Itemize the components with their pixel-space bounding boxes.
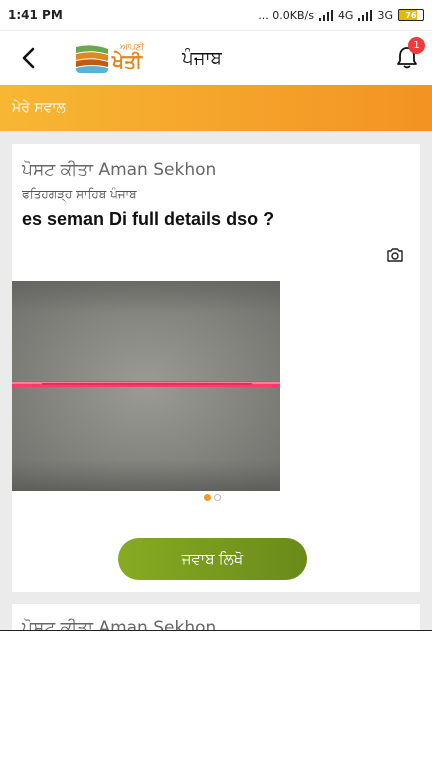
logo-mark-icon: [76, 43, 108, 73]
logo-text: ਆਪਣੀ ਖੇਤੀ: [112, 44, 144, 72]
notification-badge: 1: [408, 37, 425, 54]
app-header: ਆਪਣੀ ਖੇਤੀ ਪੰਜਾਬ 1: [0, 30, 432, 85]
app-area: 1:41 PM ... 0.0KB/s 4G 3G 76 ਆਪਣੀ ਖੇਤੀ ਪ…: [0, 0, 432, 631]
back-arrow-icon: [22, 47, 35, 69]
notifications-button[interactable]: 1: [392, 37, 425, 73]
back-button[interactable]: [0, 31, 56, 86]
camera-icon[interactable]: [386, 247, 404, 263]
battery-icon: 76: [398, 9, 424, 21]
posted-by: ਪੋਸਟ ਕੀਤਾ Aman Sekhon: [22, 160, 217, 180]
network-type-1: 4G: [337, 8, 354, 22]
post-card[interactable]: ਪੋਸਟ ਕੀਤਾ Aman Sekhon ਫਤਿਹਗੜ੍ਹ ਸਾਹਿਬ ਪੰਜ…: [12, 144, 420, 592]
post-location: ਫਤਿਹਗੜ੍ਹ ਸਾਹਿਬ ਪੰਜਾਬ: [22, 187, 137, 201]
network-type-2: 3G: [377, 8, 393, 22]
write-answer-button[interactable]: ਜਵਾਬ ਲਿਖੋ: [118, 538, 307, 580]
screen: 1:41 PM ... 0.0KB/s 4G 3G 76 ਆਪਣੀ ਖੇਤੀ ਪ…: [0, 0, 432, 768]
status-bar: 1:41 PM ... 0.0KB/s 4G 3G 76: [0, 0, 432, 30]
empty-area: [0, 630, 432, 768]
network-speed: ... 0.0KB/s: [258, 8, 314, 22]
status-time: 1:41 PM: [8, 8, 63, 22]
post-card[interactable]: ਪੋਸਟ ਕੀਤਾ Aman Sekhon: [12, 604, 420, 631]
section-title: ਮੇਰੇ ਸਵਾਲ: [12, 100, 66, 116]
pager-dot-active[interactable]: [204, 494, 211, 501]
signal-icon-2: [358, 9, 373, 21]
status-indicators: ... 0.0KB/s 4G 3G 76: [258, 9, 424, 22]
logo-big-text: ਖੇਤੀ: [112, 51, 142, 73]
app-logo: ਆਪਣੀ ਖੇਤੀ: [76, 43, 144, 73]
signal-icon: [318, 9, 333, 21]
pager-dot[interactable]: [214, 494, 221, 501]
section-bar: ਮੇਰੇ ਸਵਾਲ: [0, 85, 432, 131]
post-photo[interactable]: [12, 281, 280, 491]
region-title[interactable]: ਪੰਜਾਬ: [182, 48, 222, 69]
post-question: es seman Di full details dso ?: [22, 209, 275, 229]
image-pager[interactable]: [204, 494, 221, 501]
